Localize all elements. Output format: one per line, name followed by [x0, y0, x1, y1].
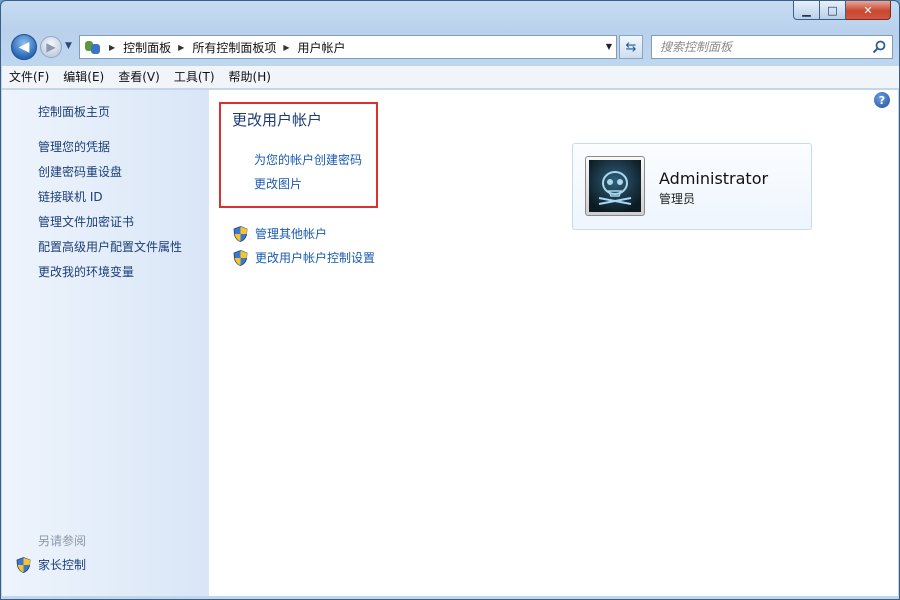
back-arrow-icon: ◀ — [18, 39, 30, 55]
page-title: 更改用户帐户 — [232, 111, 323, 129]
user-role: 管理员 — [659, 192, 696, 206]
control-panel-home-link[interactable]: 控制面板主页 — [38, 103, 110, 120]
task-sidebar: 控制面板主页 管理您的凭据 创建密码重设盘 链接联机 ID 管理文件加密证书 配… — [2, 90, 209, 596]
address-bar[interactable]: ▶ 控制面板 ▶ 所有控制面板项 ▶ 用户帐户 ▼ — [79, 35, 617, 59]
uac-shield-icon — [233, 225, 248, 242]
maximize-button[interactable]: □ — [820, 1, 846, 20]
change-picture-link[interactable]: 更改图片 — [254, 175, 302, 192]
user-account-card: Administrator 管理员 — [572, 143, 812, 230]
sidebar-item-advanced-profile-properties[interactable]: 配置高级用户配置文件属性 — [38, 238, 182, 263]
breadcrumb-control-panel[interactable]: 控制面板 — [123, 39, 171, 56]
user-name: Administrator — [659, 169, 769, 188]
caption-buttons: ▁ □ ✕ — [793, 1, 891, 20]
recent-pages-dropdown[interactable]: ▼ — [65, 41, 72, 51]
avatar[interactable] — [585, 156, 645, 216]
breadcrumb-all-items[interactable]: 所有控制面板项 — [192, 39, 276, 56]
forward-button[interactable]: ▶ — [40, 36, 62, 58]
refresh-button[interactable]: ⇆ — [619, 35, 643, 59]
skull-icon — [598, 171, 632, 205]
user-accounts-icon — [84, 39, 102, 55]
menu-help[interactable]: 帮助(H) — [222, 66, 278, 88]
parental-controls-link[interactable]: 家长控制 — [16, 556, 86, 573]
minimize-icon: ▁ — [802, 3, 811, 17]
close-icon: ✕ — [863, 3, 873, 17]
navigation-bar: ◀ ▶ ▼ ▶ 控制面板 ▶ 所有控制面板项 ▶ 用户帐户 ▼ ⇆ — [1, 32, 899, 62]
control-panel-window: ▁ □ ✕ ◀ ▶ ▼ ▶ 控制面板 ▶ 所有控制面板项 ▶ 用户帐户 ▼ ⇆ … — [0, 0, 900, 600]
close-button[interactable]: ✕ — [846, 1, 891, 20]
sidebar-item-encryption-certificates[interactable]: 管理文件加密证书 — [38, 213, 182, 238]
uac-shield-icon — [233, 249, 248, 266]
uac-shield-icon — [16, 556, 31, 573]
maximize-icon: □ — [827, 3, 838, 17]
menu-tools[interactable]: 工具(T) — [167, 66, 222, 88]
uac-settings-link[interactable]: 更改用户帐户控制设置 — [233, 249, 375, 266]
uac-settings-label: 更改用户帐户控制设置 — [255, 251, 376, 265]
menu-view[interactable]: 查看(V) — [111, 66, 167, 88]
minimize-button[interactable]: ▁ — [793, 1, 820, 20]
create-password-link[interactable]: 为您的帐户创建密码 — [254, 151, 362, 168]
parental-controls-label: 家长控制 — [38, 558, 87, 572]
breadcrumb-separator-icon[interactable]: ▶ — [109, 43, 115, 52]
manage-other-accounts-link[interactable]: 管理其他帐户 — [233, 225, 327, 242]
sidebar-links: 管理您的凭据 创建密码重设盘 链接联机 ID 管理文件加密证书 配置高级用户配置… — [38, 138, 182, 288]
breadcrumb-separator-icon[interactable]: ▶ — [178, 43, 184, 52]
forward-arrow-icon: ▶ — [46, 40, 56, 54]
sidebar-item-link-online-id[interactable]: 链接联机 ID — [38, 188, 182, 213]
breadcrumb-separator-icon[interactable]: ▶ — [283, 43, 289, 52]
address-dropdown-icon[interactable]: ▼ — [606, 42, 612, 51]
search-box — [651, 35, 893, 59]
menu-bar: 文件(F) 编辑(E) 查看(V) 工具(T) 帮助(H) — [2, 66, 899, 89]
search-icon[interactable] — [872, 40, 886, 54]
refresh-icon: ⇆ — [625, 39, 637, 55]
help-icon[interactable]: ? — [874, 92, 890, 108]
back-button[interactable]: ◀ — [11, 34, 37, 60]
menu-edit[interactable]: 编辑(E) — [56, 66, 111, 88]
skull-avatar-image — [589, 160, 641, 212]
menu-file[interactable]: 文件(F) — [2, 66, 56, 88]
sidebar-item-environment-variables[interactable]: 更改我的环境变量 — [38, 263, 182, 288]
see-also-heading: 另请参阅 — [38, 534, 87, 548]
search-input[interactable] — [652, 40, 862, 54]
sidebar-item-create-reset-disk[interactable]: 创建密码重设盘 — [38, 163, 182, 188]
breadcrumb-user-accounts[interactable]: 用户帐户 — [298, 39, 346, 56]
manage-other-accounts-label: 管理其他帐户 — [255, 227, 328, 241]
sidebar-item-manage-credentials[interactable]: 管理您的凭据 — [38, 138, 182, 163]
main-content: ? 更改用户帐户 为您的帐户创建密码 更改图片 管理其他帐户 更改用户帐户控制设… — [209, 90, 898, 596]
